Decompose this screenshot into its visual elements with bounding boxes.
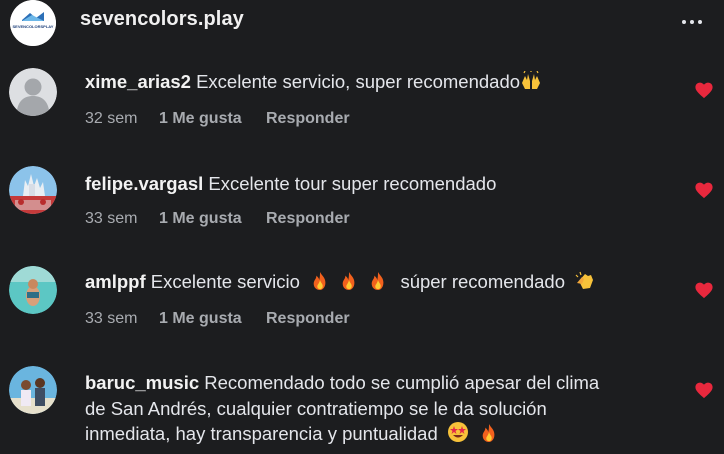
comment-time: 32 sem [85, 110, 138, 127]
heart-icon[interactable] [694, 181, 714, 199]
more-options-button[interactable] [676, 10, 708, 34]
account-name[interactable]: sevencolors.play [80, 8, 244, 31]
comment-likes-link[interactable]: 1 Me gusta [159, 210, 242, 228]
comment-time: 33 sem [85, 310, 138, 327]
more-horizontal-icon [682, 20, 686, 24]
heart-icon[interactable] [694, 81, 714, 99]
avatar-photo [9, 166, 57, 214]
svg-text:SEVENCOLORSPLAY: SEVENCOLORSPLAY [13, 24, 54, 29]
comment-time: 33 sem [85, 210, 138, 227]
comment-text: Recomendado todo se cumplió apesar del c… [204, 372, 600, 393]
fire-emoji [369, 271, 387, 291]
user-placeholder-icon [9, 68, 57, 116]
comment-text: Excelente servicio, super recomendado [196, 71, 521, 92]
heart-icon[interactable] [694, 381, 714, 399]
user-avatar[interactable] [9, 366, 57, 414]
avatar-photo [9, 266, 57, 314]
comment-likes-link[interactable]: 1 Me gusta [159, 310, 242, 328]
comment-username[interactable]: xime_arias2 [85, 71, 191, 92]
post-header: SEVENCOLORSPLAY sevencolors.play [0, 0, 724, 46]
reply-button[interactable]: Responder [266, 210, 350, 228]
fire-emoji [311, 271, 329, 291]
comment-text: inmediata, hay transparencia y puntualid… [85, 423, 438, 444]
account-avatar[interactable]: SEVENCOLORSPLAY [10, 0, 56, 46]
brand-logo: SEVENCOLORSPLAY [10, 0, 56, 46]
reply-button[interactable]: Responder [266, 110, 350, 128]
comment-username[interactable]: felipe.vargasl [85, 173, 203, 194]
comment-text: súper recomendado [400, 271, 565, 292]
comments-panel: SEVENCOLORSPLAY sevencolors.play xime_ar… [0, 0, 724, 454]
user-avatar[interactable] [9, 166, 57, 214]
user-avatar[interactable] [9, 266, 57, 314]
clapping-hands-emoji [575, 271, 594, 289]
comment-likes-link[interactable]: 1 Me gusta [159, 110, 242, 128]
reply-button[interactable]: Responder [266, 310, 350, 328]
comment-text: de San Andrés, cualquier contratiempo se… [85, 397, 547, 419]
default-avatar[interactable] [9, 68, 57, 116]
star-struck-emoji [447, 422, 468, 442]
fire-emoji [340, 271, 358, 291]
comment-username[interactable]: amlppf [85, 271, 146, 292]
fire-emoji [480, 423, 498, 443]
heart-icon[interactable] [694, 281, 714, 299]
comment-username[interactable]: baruc_music [85, 372, 199, 393]
comment-text: Excelente tour super recomendado [208, 173, 497, 194]
comment-text: Excelente servicio [150, 271, 300, 292]
raising-hands-emoji [520, 70, 542, 97]
avatar-photo [9, 366, 57, 414]
